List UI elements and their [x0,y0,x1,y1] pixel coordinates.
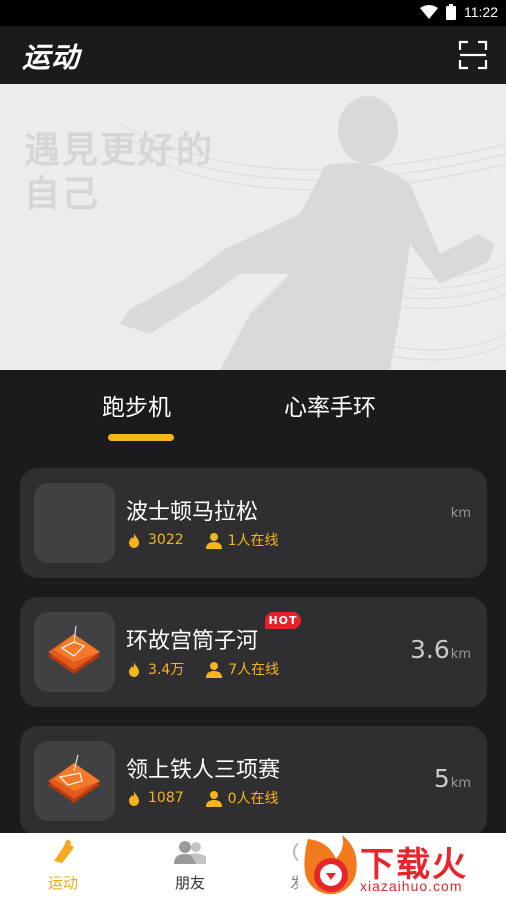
route-card[interactable]: 领上铁人三项赛 1087 0人在线 5 km [20,726,487,836]
nav-item-sport[interactable]: 运动 [23,839,103,893]
route-title: 领上铁人三项赛 [126,758,281,783]
flame-logo-icon [304,835,357,895]
watermark: 下载火 xiazaihuo.com [298,833,506,900]
nav-item-friends[interactable]: 朋友 [150,839,230,893]
distance-unit: km [450,647,471,662]
heat-count: 1087 [148,790,184,806]
nav-label: 朋友 [174,874,205,892]
user-icon [205,790,222,807]
fire-icon [129,532,139,548]
heat-count: 3022 [148,532,184,548]
online-count: 1人在线 [227,533,279,549]
status-time: 11:22 [464,4,498,20]
route-stats: 3.4万 7人在线 [126,659,279,679]
runner-illustration [119,96,506,370]
page-title: 运动 [22,41,81,74]
promo-banner[interactable]: 遇見更好的 自己 [0,84,506,370]
app-header: 运动 [0,26,506,84]
route-distance: 3.6 km [410,635,471,664]
wifi-icon [420,5,438,19]
heat-count: 3.4万 [148,662,185,678]
device-tabs: 跑步机 心率手环 [0,370,506,450]
route-card[interactable]: 环故宫筒子河 HOT 3.4万 7人在线 3.6 km [20,597,487,707]
watermark-domain: xiazaihuo.com [360,878,463,894]
route-thumbnail [34,612,115,692]
tab-heart-rate-band[interactable]: 心率手环 [284,388,376,422]
nav-label: 运动 [47,874,78,892]
status-bar: 11:22 [0,0,506,26]
scan-icon[interactable] [458,40,488,70]
friends-icon [174,841,206,864]
online-count: 0人在线 [227,791,279,807]
route-map-icon [48,754,100,803]
online-count: 7人在线 [228,662,280,678]
battery-icon [446,4,456,20]
route-thumbnail [34,741,115,821]
banner-slogan: 遇見更好的 自己 [24,130,215,215]
route-title: 环故宫筒子河 [126,629,259,654]
user-icon [205,532,222,549]
route-title: 波士顿马拉松 [126,500,259,525]
hot-badge: HOT [265,612,301,629]
tab-active-indicator [108,434,174,441]
route-card[interactable]: 波士顿马拉松 3022 1人在线 km [20,468,487,578]
run-icon [54,840,74,863]
fire-icon [129,790,139,806]
fire-icon [129,661,139,677]
distance-value: 5 [433,764,450,793]
distance-unit: km [450,776,471,791]
route-stats: 3022 1人在线 [126,530,279,550]
route-thumbnail [34,483,115,563]
distance-unit: km [450,506,471,521]
distance-value: 3.6 [410,635,450,664]
route-map-icon [48,625,100,674]
route-stats: 1087 0人在线 [126,788,279,808]
route-distance: 5 km [434,764,471,793]
user-icon [206,661,223,678]
route-distance: km [450,506,471,521]
tab-treadmill[interactable]: 跑步机 [102,388,171,422]
